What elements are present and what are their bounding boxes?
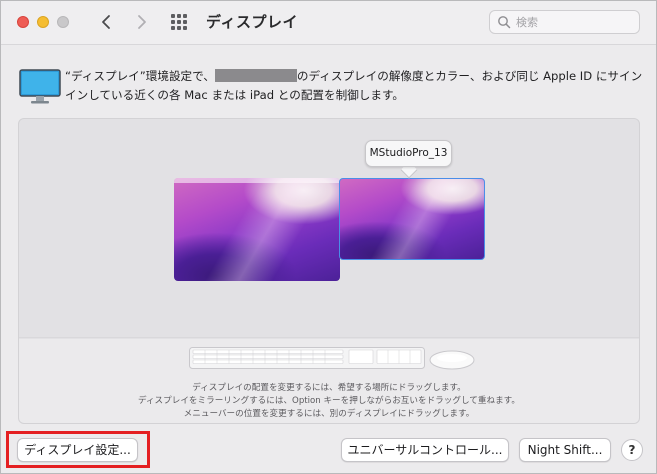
hint-menubar: メニューバーの位置を変更するには、別のディスプレイにドラッグします。 (183, 409, 475, 419)
mouse-icon (429, 350, 475, 370)
description-part-1: “ディスプレイ”環境設定で、 (65, 69, 215, 83)
wallpaper-highlight (340, 179, 484, 259)
search-input[interactable] (516, 13, 634, 31)
zoom-icon[interactable] (57, 16, 69, 28)
arrangement-area: MStudioPro_13 ディスプレイの配置を変更するには、希望する場所にドラ… (18, 118, 640, 424)
close-icon[interactable] (17, 16, 29, 28)
highlight-annotation (6, 431, 150, 468)
description-text: “ディスプレイ”環境設定で、 のディスプレイの解像度とカラー、および同じ Appl… (65, 67, 645, 105)
keyboard-icon (189, 347, 425, 369)
divider (19, 337, 639, 338)
search-icon (498, 16, 511, 29)
minimize-icon[interactable] (37, 16, 49, 28)
show-all-button[interactable] (169, 12, 191, 34)
help-button[interactable]: ? (621, 439, 643, 461)
monitor-icon (19, 69, 61, 104)
search-field[interactable] (489, 10, 640, 34)
redacted-name (214, 69, 297, 82)
hint-mirror: ディスプレイをミラーリングするには、Option キーを押しながらお互いをドラッ… (137, 396, 521, 406)
forward-button[interactable] (130, 10, 154, 34)
back-button[interactable] (94, 10, 118, 34)
night-shift-button[interactable]: Night Shift... (519, 438, 611, 462)
preferences-window: ディスプレイ “ディスプレイ”環境設定で、のディスプレイの解像度とカラー、および… (0, 0, 657, 474)
display-thumbnail-main[interactable] (174, 178, 340, 281)
wallpaper-highlight (174, 178, 340, 281)
display-name-tooltip: MStudioPro_13 (365, 140, 452, 167)
chevron-right-icon (138, 15, 146, 29)
universal-control-button[interactable]: ユニバーサルコントロール... (341, 438, 509, 462)
window-title: ディスプレイ (206, 13, 298, 31)
chevron-left-icon (102, 15, 110, 29)
title-bar: ディスプレイ (1, 1, 656, 45)
display-thumbnail-mstudiopro[interactable] (339, 178, 485, 260)
hint-arrange: ディスプレイの配置を変更するには、希望する場所にドラッグします。 (192, 383, 466, 393)
